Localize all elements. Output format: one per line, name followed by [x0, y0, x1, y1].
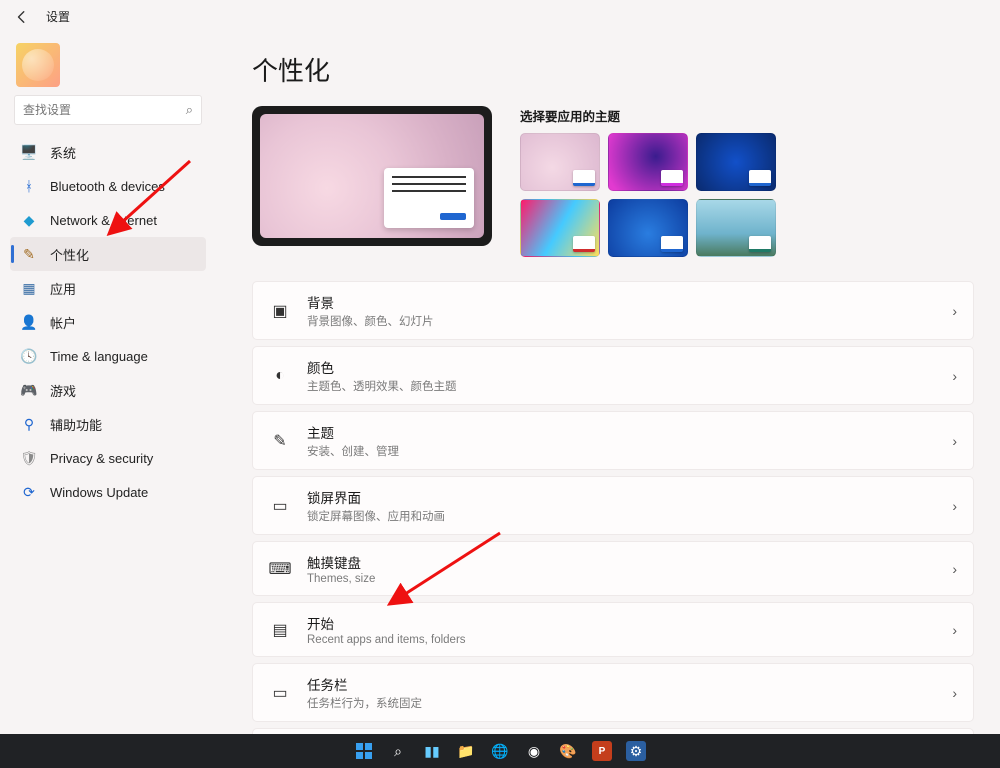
start-icon: ▤: [269, 619, 291, 641]
nav-icon: ▦: [20, 279, 38, 297]
row-subtitle: 锁定屏幕图像、应用和动画: [307, 508, 936, 524]
nav-label: 应用: [50, 279, 76, 298]
nav-icon: 🖥️: [20, 143, 38, 161]
sidebar-item--[interactable]: 🎮 游戏: [10, 373, 206, 407]
taskbar-search-icon[interactable]: ⌕: [388, 741, 408, 761]
brush-icon: ✎: [269, 430, 291, 452]
keyboard-icon: ⌨: [269, 558, 291, 580]
chevron-right-icon: ›: [952, 561, 957, 577]
theme-option-6[interactable]: [696, 199, 776, 257]
row-subtitle: 安装、创建、管理: [307, 443, 936, 459]
theme-option-1[interactable]: [520, 133, 600, 191]
settings-row-taskbar[interactable]: ▭ 任务栏任务栏行为，系统固定 ›: [252, 663, 974, 722]
nav-label: 系统: [50, 143, 76, 162]
row-title: 任务栏: [307, 674, 936, 694]
main-content: 个性化 选择要应用的主题 ▣ 背景背景图像、颜色、幻灯片 › ◐ 颜色主题色、透明效果、…: [212, 29, 1000, 741]
page-title: 个性化: [252, 51, 974, 88]
nav-label: Windows Update: [50, 485, 148, 500]
settings-row-start[interactable]: ▤ 开始Recent apps and items, folders ›: [252, 602, 974, 657]
sidebar-item--[interactable]: 👤 帐户: [10, 305, 206, 339]
chevron-right-icon: ›: [952, 498, 957, 514]
sidebar-item-network-internet[interactable]: ◆ Network & internet: [10, 203, 206, 237]
theme-option-4[interactable]: [520, 199, 600, 257]
chevron-right-icon: ›: [952, 685, 957, 701]
chevron-right-icon: ›: [952, 433, 957, 449]
settings-row-image[interactable]: ▣ 背景背景图像、颜色、幻灯片 ›: [252, 281, 974, 340]
image-icon: ▣: [269, 300, 291, 322]
row-title: 主题: [307, 422, 936, 442]
nav-icon: ◆: [20, 211, 38, 229]
taskbar-settings-icon[interactable]: ⚙: [626, 741, 646, 761]
sidebar-item-windows-update[interactable]: ⟳ Windows Update: [10, 475, 206, 509]
nav-icon: ⟳: [20, 483, 38, 501]
row-subtitle: 主题色、透明效果、颜色主题: [307, 378, 936, 394]
nav-icon: 🕓: [20, 347, 38, 365]
nav-label: Bluetooth & devices: [50, 179, 165, 194]
sidebar-item-privacy-security[interactable]: 🛡 Privacy & security: [10, 441, 206, 475]
row-title: 触摸键盘: [307, 552, 936, 572]
taskbar: ⌕ ▮▮ 📁 🌐 ◉ 🎨 P ⚙: [0, 734, 1000, 768]
search-box[interactable]: ⌕: [14, 95, 202, 125]
nav-label: 游戏: [50, 381, 76, 400]
taskbar-ppt-icon[interactable]: P: [592, 741, 612, 761]
sidebar-item--[interactable]: ▦ 应用: [10, 271, 206, 305]
row-subtitle: Recent apps and items, folders: [307, 634, 936, 646]
back-button[interactable]: [14, 9, 30, 25]
theme-option-3[interactable]: [696, 133, 776, 191]
chevron-right-icon: ›: [952, 368, 957, 384]
theme-option-5[interactable]: [608, 199, 688, 257]
settings-row-palette[interactable]: ◐ 颜色主题色、透明效果、颜色主题 ›: [252, 346, 974, 405]
avatar[interactable]: [16, 43, 60, 87]
row-subtitle: 背景图像、颜色、幻灯片: [307, 313, 936, 329]
themes-label: 选择要应用的主题: [520, 106, 974, 125]
search-icon: ⌕: [186, 102, 193, 118]
sidebar: ⌕ 🖥️ 系统 ᚼ Bluetooth & devices ◆ Network & int…: [0, 29, 212, 741]
row-title: 开始: [307, 613, 936, 633]
nav-icon: ⚲: [20, 415, 38, 433]
taskbar-explorer-icon[interactable]: 📁: [456, 741, 476, 761]
settings-row-keyboard[interactable]: ⌨ 触摸键盘Themes, size ›: [252, 541, 974, 596]
sidebar-item-time-language[interactable]: 🕓 Time & language: [10, 339, 206, 373]
nav-label: 帐户: [50, 313, 76, 332]
nav-label: 辅助功能: [50, 415, 102, 434]
sidebar-item--[interactable]: ✎ 个性化: [10, 237, 206, 271]
nav-icon: ✎: [20, 245, 38, 263]
chevron-right-icon: ›: [952, 622, 957, 638]
settings-row-lock[interactable]: ▭ 锁屏界面锁定屏幕图像、应用和动画 ›: [252, 476, 974, 535]
row-title: 锁屏界面: [307, 487, 936, 507]
palette-icon: ◐: [269, 365, 291, 387]
nav-icon: 👤: [20, 313, 38, 331]
chevron-right-icon: ›: [952, 303, 957, 319]
nav-label: Time & language: [50, 349, 148, 364]
theme-preview: [252, 106, 492, 246]
row-title: 颜色: [307, 357, 936, 377]
search-input[interactable]: [23, 103, 186, 117]
lock-icon: ▭: [269, 495, 291, 517]
nav-label: 个性化: [50, 245, 89, 264]
taskbar-windows-icon[interactable]: [354, 741, 374, 761]
taskbar-taskview-icon[interactable]: ▮▮: [422, 741, 442, 761]
app-title: 设置: [46, 8, 70, 25]
nav-icon: 🎮: [20, 381, 38, 399]
theme-option-2[interactable]: [608, 133, 688, 191]
taskbar-icon: ▭: [269, 682, 291, 704]
taskbar-paint-icon[interactable]: 🎨: [558, 741, 578, 761]
settings-row-brush[interactable]: ✎ 主题安装、创建、管理 ›: [252, 411, 974, 470]
row-title: 背景: [307, 292, 936, 312]
taskbar-chrome-icon[interactable]: ◉: [524, 741, 544, 761]
row-subtitle: 任务栏行为，系统固定: [307, 695, 936, 711]
row-subtitle: Themes, size: [307, 573, 936, 585]
nav-label: Network & internet: [50, 213, 157, 228]
sidebar-item--[interactable]: 🖥️ 系统: [10, 135, 206, 169]
nav-icon: ᚼ: [20, 177, 38, 195]
sidebar-item--[interactable]: ⚲ 辅助功能: [10, 407, 206, 441]
sidebar-item-bluetooth-devices[interactable]: ᚼ Bluetooth & devices: [10, 169, 206, 203]
taskbar-edge-icon[interactable]: 🌐: [490, 741, 510, 761]
nav-label: Privacy & security: [50, 451, 153, 466]
nav-icon: 🛡: [20, 449, 38, 467]
